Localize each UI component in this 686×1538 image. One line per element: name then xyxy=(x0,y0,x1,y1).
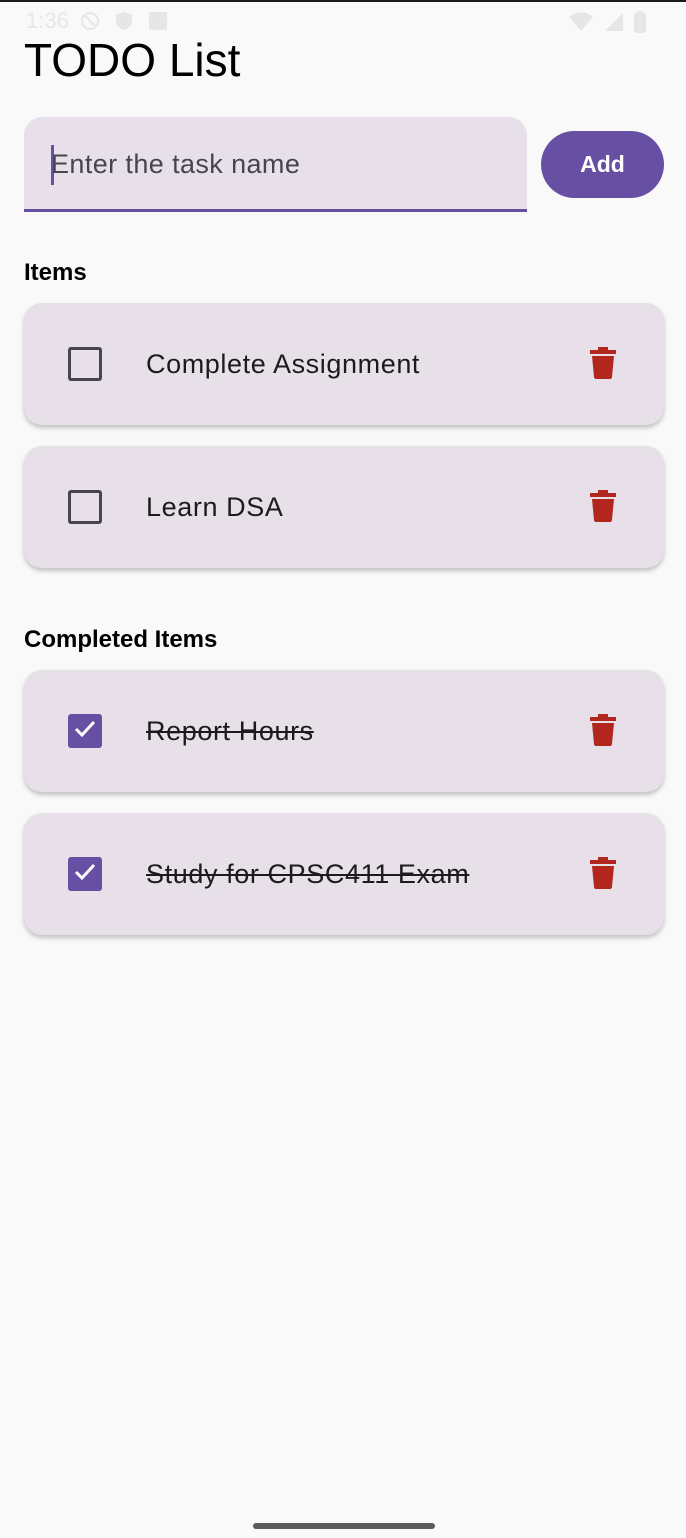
item-checkbox-checked[interactable] xyxy=(68,714,102,748)
status-time: 1:36 xyxy=(26,8,69,33)
check-icon xyxy=(73,719,97,744)
todo-item-card: Complete Assignment xyxy=(24,303,664,425)
delete-button[interactable] xyxy=(582,344,624,386)
trash-icon xyxy=(590,346,616,384)
add-task-button[interactable]: Add xyxy=(541,131,664,198)
trash-icon xyxy=(590,489,616,527)
completed-item-label: Report Hours xyxy=(146,716,314,746)
wifi-icon xyxy=(568,12,594,37)
trash-icon xyxy=(590,856,616,894)
page-title: TODO List xyxy=(24,34,241,86)
item-label: Learn DSA xyxy=(146,492,284,522)
gesture-nav-handle[interactable] xyxy=(253,1523,435,1529)
task-input-field[interactable] xyxy=(24,117,527,212)
completed-item-card: Study for CPSC411 Exam xyxy=(24,813,664,935)
item-checkbox-checked[interactable] xyxy=(68,857,102,891)
completed-item-label: Study for CPSC411 Exam xyxy=(146,859,470,889)
battery-icon xyxy=(634,11,646,38)
item-label: Complete Assignment xyxy=(146,349,421,379)
signal-icon xyxy=(604,12,624,37)
completed-items-heading: Completed Items xyxy=(24,626,218,653)
trash-icon xyxy=(590,713,616,751)
completed-item-card: Report Hours xyxy=(24,670,664,792)
todo-item-card: Learn DSA xyxy=(24,446,664,568)
item-checkbox[interactable] xyxy=(68,347,102,381)
delete-button[interactable] xyxy=(582,487,624,529)
delete-button[interactable] xyxy=(582,711,624,753)
status-icons-right xyxy=(568,11,646,38)
items-heading: Items xyxy=(24,259,87,286)
task-name-input[interactable] xyxy=(51,143,501,185)
delete-button[interactable] xyxy=(582,854,624,896)
item-checkbox[interactable] xyxy=(68,490,102,524)
check-icon xyxy=(73,862,97,887)
